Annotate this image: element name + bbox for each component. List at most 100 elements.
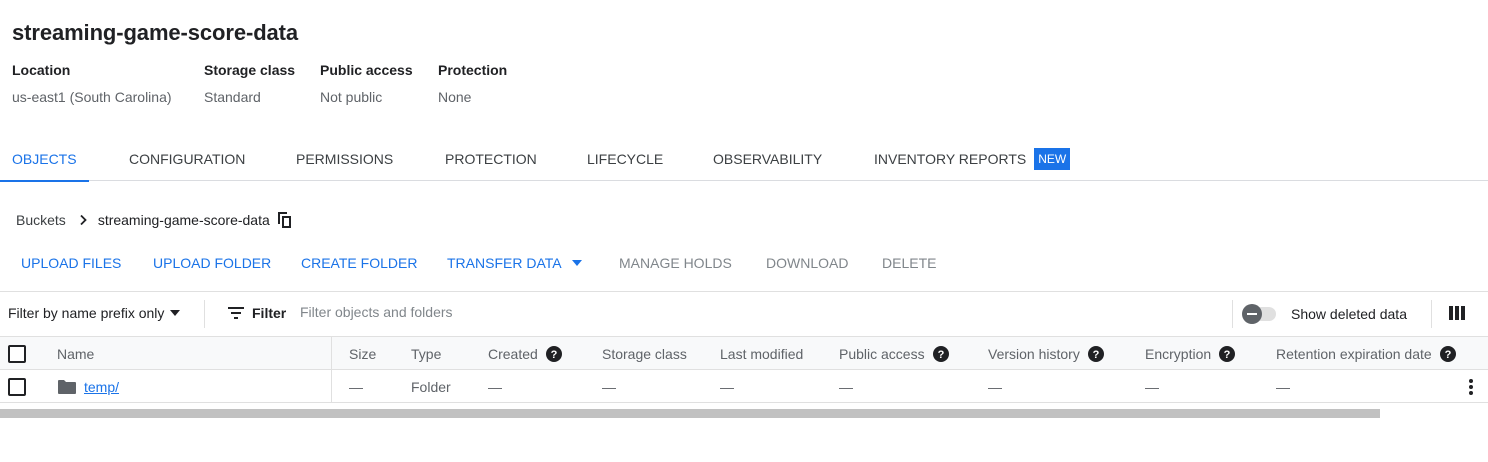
meta-value: Standard xyxy=(204,89,261,105)
toggle-thumb xyxy=(1242,304,1262,324)
horizontal-scrollbar[interactable] xyxy=(0,409,1380,418)
tab-bar: OBJECTS CONFIGURATION PERMISSIONS PROTEC… xyxy=(0,137,1488,182)
tab-configuration[interactable]: CONFIGURATION xyxy=(117,137,257,181)
filter-prefix-select[interactable]: Filter by name prefix only xyxy=(8,305,181,321)
meta-label: Location xyxy=(12,62,71,78)
objects-table: Name Size Type Created ? Storage class L… xyxy=(0,337,1488,403)
tab-permissions[interactable]: PERMISSIONS xyxy=(284,137,405,181)
svg-text:?: ? xyxy=(1092,349,1099,361)
col-retention-label: Retention expiration date xyxy=(1276,345,1432,362)
svg-text:?: ? xyxy=(1444,349,1451,361)
divider xyxy=(204,300,205,328)
filter-bar: Filter by name prefix only Filter Show d… xyxy=(0,291,1488,337)
action-toolbar: UPLOAD FILES UPLOAD FOLDER CREATE FOLDER… xyxy=(0,250,1000,276)
meta-storage-class: Storage class Standard xyxy=(204,62,320,105)
col-version-history[interactable]: Version history ? xyxy=(988,337,1104,370)
meta-public-access: Public access Not public xyxy=(320,62,438,105)
upload-folder-button[interactable]: UPLOAD FOLDER xyxy=(153,250,271,276)
col-last-modified[interactable]: Last modified xyxy=(720,337,803,370)
breadcrumb: Buckets streaming-game-score-data xyxy=(16,211,293,229)
name-cell: temp/ xyxy=(58,370,119,403)
table-row: temp/ — Folder — — — — — — — xyxy=(0,370,1488,403)
checkbox xyxy=(8,377,26,396)
col-retention[interactable]: Retention expiration date ? xyxy=(1276,337,1456,370)
col-created-label: Created xyxy=(488,345,538,362)
encryption-cell: — xyxy=(1145,378,1159,395)
meta-label: Protection xyxy=(438,62,508,78)
breadcrumb-current: streaming-game-score-data xyxy=(97,212,270,228)
tab-inventory-reports[interactable]: INVENTORY REPORTS NEW xyxy=(862,137,1082,181)
folder-link[interactable]: temp/ xyxy=(84,379,119,395)
chevron-right-icon xyxy=(80,214,87,226)
row-checkbox[interactable] xyxy=(8,370,26,403)
col-size[interactable]: Size xyxy=(349,337,376,370)
filter-button[interactable]: Filter xyxy=(228,305,286,321)
show-deleted-label: Show deleted data xyxy=(1291,306,1407,322)
column-divider xyxy=(331,370,332,403)
copy-icon[interactable] xyxy=(277,211,293,229)
meta-location: Location us-east1 (South Carolina) xyxy=(12,62,204,105)
caret-down-icon xyxy=(170,310,181,316)
column-display-icon[interactable] xyxy=(1449,306,1465,320)
col-type[interactable]: Type xyxy=(411,337,441,370)
col-encryption-label: Encryption xyxy=(1145,345,1212,362)
delete-button[interactable]: DELETE xyxy=(882,250,936,276)
svg-text:?: ? xyxy=(937,349,944,361)
manage-holds-button[interactable]: MANAGE HOLDS xyxy=(619,250,732,276)
tab-protection[interactable]: PROTECTION xyxy=(433,137,549,181)
caret-down-icon xyxy=(571,260,582,266)
transfer-data-label: TRANSFER DATA xyxy=(447,255,562,271)
help-icon[interactable]: ? xyxy=(1439,345,1456,362)
bucket-title: streaming-game-score-data xyxy=(12,20,299,45)
col-public-access[interactable]: Public access ? xyxy=(839,337,949,370)
column-divider xyxy=(331,337,332,370)
checkbox xyxy=(8,344,26,363)
svg-text:?: ? xyxy=(550,349,557,361)
version-history-cell: — xyxy=(988,378,1002,395)
col-storage-class[interactable]: Storage class xyxy=(602,337,687,370)
filter-input[interactable] xyxy=(300,304,900,320)
filter-icon xyxy=(228,307,244,319)
retention-cell: — xyxy=(1276,378,1290,395)
select-all-checkbox[interactable] xyxy=(8,337,26,370)
meta-label: Storage class xyxy=(204,62,296,78)
col-name[interactable]: Name xyxy=(57,337,94,370)
folder-icon xyxy=(58,379,76,394)
col-created[interactable]: Created ? xyxy=(488,337,562,370)
type-cell: Folder xyxy=(411,378,451,395)
col-version-history-label: Version history xyxy=(988,345,1080,362)
meta-value: us-east1 (South Carolina) xyxy=(12,89,172,105)
divider xyxy=(1431,300,1432,328)
meta-label: Public access xyxy=(320,62,413,78)
created-cell: — xyxy=(488,378,502,395)
help-icon[interactable]: ? xyxy=(1087,345,1104,362)
tab-observability[interactable]: OBSERVABILITY xyxy=(701,137,834,181)
help-icon[interactable]: ? xyxy=(545,345,562,362)
help-icon[interactable]: ? xyxy=(932,345,949,362)
download-button[interactable]: DOWNLOAD xyxy=(766,250,848,276)
tab-objects[interactable]: OBJECTS xyxy=(0,137,89,182)
new-badge: NEW xyxy=(1034,148,1071,170)
tab-label: INVENTORY REPORTS xyxy=(874,151,1027,167)
row-actions-menu[interactable] xyxy=(1469,370,1473,403)
last-modified-cell: — xyxy=(720,378,734,395)
col-encryption[interactable]: Encryption ? xyxy=(1145,337,1236,370)
filter-prefix-label: Filter by name prefix only xyxy=(8,305,165,321)
size-cell: — xyxy=(349,378,363,395)
col-public-access-label: Public access xyxy=(839,345,925,362)
breadcrumb-buckets-link[interactable]: Buckets xyxy=(16,212,66,228)
show-deleted-toggle[interactable] xyxy=(1242,304,1282,324)
meta-value: None xyxy=(438,89,472,105)
more-vert-icon xyxy=(1469,378,1473,395)
transfer-data-button[interactable]: TRANSFER DATA xyxy=(447,250,582,276)
divider xyxy=(1232,300,1233,328)
meta-value: Not public xyxy=(320,89,383,105)
help-icon[interactable]: ? xyxy=(1219,345,1236,362)
storage-class-cell: — xyxy=(602,378,616,395)
svg-text:?: ? xyxy=(1224,349,1231,361)
table-header: Name Size Type Created ? Storage class L… xyxy=(0,337,1488,370)
upload-files-button[interactable]: UPLOAD FILES xyxy=(21,250,121,276)
tab-lifecycle[interactable]: LIFECYCLE xyxy=(575,137,675,181)
bucket-meta: Location us-east1 (South Carolina) Stora… xyxy=(12,62,538,105)
create-folder-button[interactable]: CREATE FOLDER xyxy=(301,250,417,276)
